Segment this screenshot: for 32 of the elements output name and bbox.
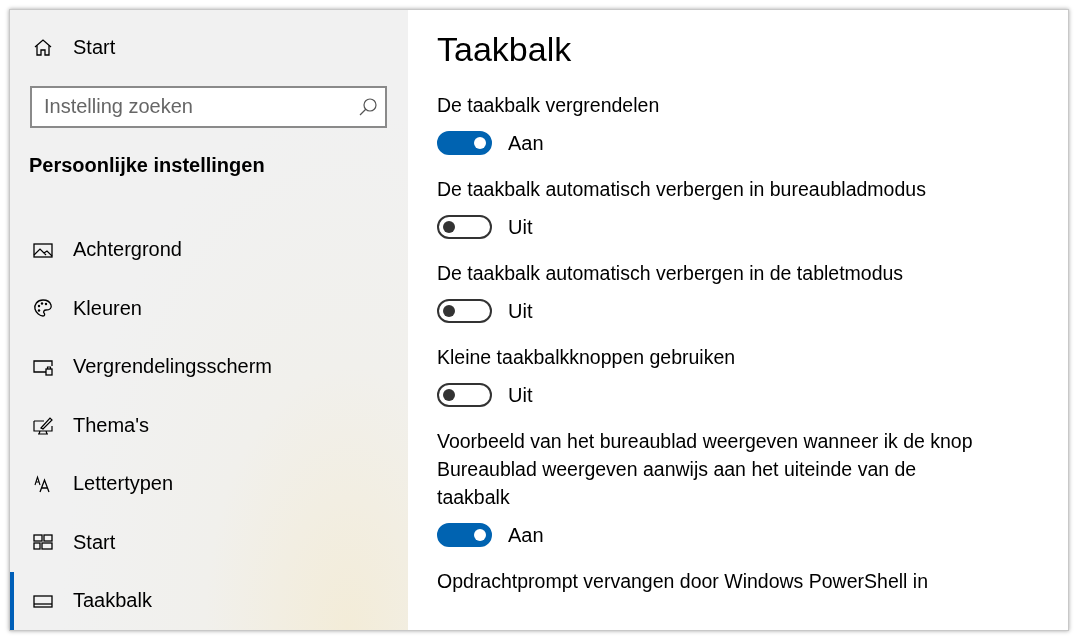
nav-item[interactable]: Kleuren: [10, 279, 408, 338]
tiles-icon: [33, 532, 53, 553]
toggle-switch[interactable]: [437, 383, 492, 407]
search-icon: [358, 96, 378, 117]
toggle-switch[interactable]: [437, 299, 492, 323]
page-title: Taakbalk: [437, 30, 573, 69]
toggle-state: Aan: [508, 131, 544, 155]
search-field[interactable]: Instelling zoeken: [30, 85, 387, 128]
toggle-switch[interactable]: [437, 523, 492, 547]
setting-label: Opdrachtprompt vervangen door Windows PowerShell in: [437, 569, 929, 594]
toggle-state: Uit: [508, 383, 533, 407]
nav-item[interactable]: Vergrendelingsscherm: [10, 337, 408, 396]
toggle-state: Uit: [508, 299, 533, 323]
home-nav-item[interactable]: Start: [10, 18, 408, 77]
setting-label: De taakbalk vergrendelen: [437, 93, 661, 118]
toggle-state: Uit: [508, 215, 533, 239]
nav-item[interactable]: Lettertypen: [10, 454, 408, 513]
nav-item[interactable]: Achtergrond: [10, 220, 408, 279]
nav-item[interactable]: Taakbalk: [10, 571, 408, 630]
monitor-pen-icon: [33, 415, 53, 436]
nav-item[interactable]: Start: [10, 513, 408, 572]
toggle-switch[interactable]: [437, 215, 492, 239]
setting-label: Kleine taakbalkknoppen gebruiken: [437, 345, 737, 370]
house-icon: [33, 37, 53, 58]
palette-icon: [33, 298, 53, 319]
toggle-switch[interactable]: [437, 131, 492, 155]
setting-label: Voorbeeld van het bureaublad weergeven wanneer ik de knop Bureaublad weergeven aanwijs aan het uiteinde van de taakbalk: [437, 429, 974, 510]
toggle-state: Aan: [508, 523, 544, 547]
setting-label: De taakbalk automatisch verbergen in de tabletmodus: [437, 261, 905, 286]
setting-label: De taakbalk automatisch verbergen in bureaubladmodus: [437, 177, 927, 202]
section-heading: Persoonlijke instellingen: [29, 153, 266, 177]
nav-item[interactable]: Thema's: [10, 396, 408, 455]
